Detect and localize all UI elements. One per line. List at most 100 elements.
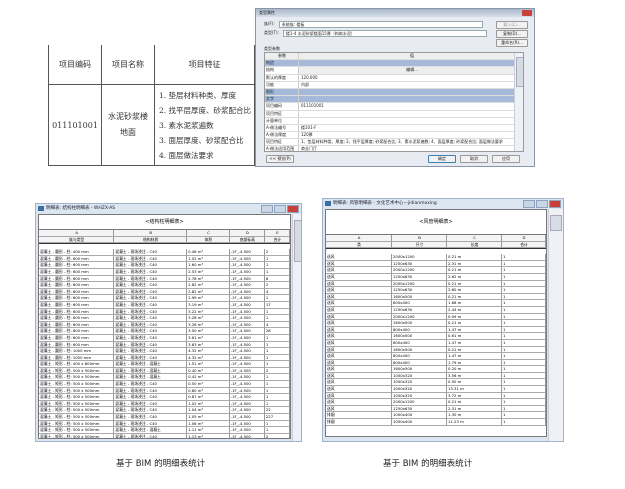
schedule-cell[interactable]: 28: [264, 328, 290, 335]
schedule-cell[interactable]: 227: [264, 414, 290, 421]
schedule-cell[interactable]: -1F_-4.500: [229, 367, 265, 375]
schedule-cell[interactable]: 3.72 m: [447, 392, 502, 400]
schedule-cell[interactable]: 0.21 m: [447, 293, 502, 301]
column-header[interactable]: 尺寸: [392, 241, 447, 249]
schedule-cell[interactable]: 混凝土 - 矩形 - 柱: 500 x 500mm: [39, 420, 115, 428]
schedule-cell[interactable]: 1: [502, 320, 546, 327]
schedule-cell[interactable]: -1F_-4.500: [229, 387, 265, 395]
schedule-cell[interactable]: -1F_-4.500: [229, 354, 265, 362]
schedule-cell[interactable]: 2.62 m: [447, 273, 502, 281]
param-value[interactable]: [299, 96, 523, 102]
schedule-cell[interactable]: -1F_-4.500: [229, 315, 265, 322]
schedule-cell[interactable]: 混凝土 - 矩形 - 柱: 500 x 500mm: [39, 427, 115, 434]
schedule-cell[interactable]: 送风: [326, 313, 392, 321]
schedule-cell[interactable]: 送风: [326, 287, 392, 294]
schedule-cell[interactable]: 1: [502, 366, 546, 373]
schedule-cell[interactable]: 1: [264, 381, 290, 388]
schedule-cell[interactable]: 送风: [326, 273, 392, 281]
schedule-cell[interactable]: 2: [264, 282, 290, 289]
schedule-cell[interactable]: 混凝土 - 圆形 - 柱: 600 mm: [39, 262, 115, 269]
schedule-cell[interactable]: 混凝土 - 现场浇注 - C40: [114, 295, 188, 302]
schedule-cell[interactable]: 1: [264, 262, 290, 269]
column-header[interactable]: 合计: [502, 241, 546, 249]
schedule-cell[interactable]: 11.23 m: [447, 419, 502, 426]
schedule-cell[interactable]: 3.19 m³: [187, 301, 230, 309]
schedule-cell[interactable]: 混凝土 - 现场浇注 - C40: [114, 268, 188, 276]
schedule-cell[interactable]: 8: [264, 275, 290, 283]
schedule-cell[interactable]: -1F_-4.500: [229, 268, 265, 276]
schedule-cell[interactable]: 送风: [326, 254, 392, 261]
schedule-cell[interactable]: 混凝土 - 圆形 - 柱: 600 mm: [39, 308, 115, 316]
schedule-cell[interactable]: 3.50 m³: [187, 328, 230, 335]
param-value[interactable]: 编辑...: [299, 67, 523, 74]
schedule-cell[interactable]: 1000x400: [392, 419, 447, 426]
schedule-cell[interactable]: 送风: [326, 392, 392, 400]
schedule-cell[interactable]: 混凝土 - 圆形 - 柱: 1000 mm: [39, 354, 115, 362]
schedule-cell[interactable]: 0.21 m: [447, 267, 502, 274]
schedule-cell[interactable]: 送风: [326, 260, 392, 268]
schedule-cell[interactable]: 1000x320: [392, 386, 447, 393]
schedule-cell[interactable]: 2000x1200: [392, 267, 447, 274]
schedule-cell[interactable]: 1.47 m: [447, 326, 502, 334]
schedule-cell[interactable]: 1: [264, 295, 290, 302]
param-value[interactable]: 商业门厅: [299, 146, 523, 151]
schedule-cell[interactable]: -1F_-4.500: [229, 249, 265, 256]
schedule-cell[interactable]: 混凝土 - 现场浇注 - C40: [114, 308, 188, 316]
schedule-cell[interactable]: 混凝土 - 现场浇注 - C40: [114, 433, 188, 438]
schedule-cell[interactable]: 混凝土 - 现场浇注 - 混凝土: [114, 374, 188, 382]
schedule-cell[interactable]: 2: [264, 367, 290, 375]
schedule-cell[interactable]: -1F_-4.500: [229, 295, 265, 302]
schedule-cell[interactable]: 1.04 m³: [187, 407, 230, 415]
schedule-cell[interactable]: 混凝土 - 圆形 - 柱: 600 mm: [39, 295, 115, 302]
schedule-cell[interactable]: 1000x320: [392, 372, 447, 380]
schedule-cell[interactable]: 17: [264, 301, 290, 309]
schedule-cell[interactable]: 混凝土 - 现场浇注 - C40: [114, 249, 188, 256]
schedule-cell[interactable]: 1: [264, 308, 290, 316]
schedule-cell[interactable]: 3.56 m: [447, 372, 502, 380]
schedule-cell[interactable]: 1.79 m: [447, 359, 502, 367]
schedule-cell[interactable]: 2.31 m: [447, 405, 502, 413]
schedule-cell[interactable]: -1F_-4.500: [229, 301, 265, 309]
schedule-cell[interactable]: 800x400: [392, 339, 447, 347]
schedule-cell[interactable]: 1250x630: [392, 287, 447, 294]
schedule-cell[interactable]: 0.21 m: [447, 346, 502, 354]
schedule-cell[interactable]: 4.32 m³: [187, 348, 230, 355]
schedule-cell[interactable]: 混凝土 - 现场浇注 - 混凝土: [114, 427, 188, 434]
schedule-cell[interactable]: 3.63 m³: [187, 341, 230, 349]
minimize-icon[interactable]: [261, 205, 273, 213]
schedule-cell[interactable]: 混凝土 - 圆形 - 柱: 600 mm: [39, 275, 115, 283]
schedule-cell[interactable]: 2.53 m³: [187, 268, 230, 276]
schedule-cell[interactable]: 1: [502, 359, 546, 367]
schedule-cell[interactable]: 混凝土 - 现场浇注 - C40: [114, 334, 188, 342]
schedule-cell[interactable]: 1: [264, 394, 290, 401]
schedule-cell[interactable]: 1.47 m: [447, 339, 502, 347]
schedule-cell[interactable]: 送风: [326, 359, 392, 367]
schedule-cell[interactable]: 1600x500: [392, 293, 447, 301]
param-value[interactable]: [299, 111, 523, 117]
schedule-cell[interactable]: 送风: [326, 386, 392, 393]
schedule-cell[interactable]: 混凝土 - 圆形 - 柱: 600 mm: [39, 282, 115, 289]
schedule-cell[interactable]: -1F_-4.500: [229, 262, 265, 269]
schedule-cell[interactable]: 800x400: [392, 359, 447, 367]
schedule-cell[interactable]: 1600x500: [392, 333, 447, 340]
schedule-cell[interactable]: -1F_-4.500: [229, 288, 265, 296]
schedule-cell[interactable]: 送风: [326, 306, 392, 314]
schedule-cell[interactable]: 1.11 m³: [187, 427, 230, 434]
schedule-cell[interactable]: 1.52 m³: [187, 255, 230, 263]
schedule-cell[interactable]: 22: [264, 407, 290, 415]
schedule-cell[interactable]: 1: [264, 315, 290, 322]
schedule-cell[interactable]: 排烟: [326, 412, 392, 420]
schedule-cell[interactable]: 混凝土 - 现场浇注 - C40: [114, 354, 188, 362]
schedule-cell[interactable]: 混凝土 - 圆形 - 柱: 600 mm: [39, 268, 115, 276]
schedule-cell[interactable]: 1250x630: [392, 405, 447, 413]
minimize-icon[interactable]: [523, 200, 535, 208]
schedule-cell[interactable]: -1F_-4.500: [229, 308, 265, 316]
schedule-cell[interactable]: 1: [264, 420, 290, 428]
schedule-cell[interactable]: 2.82 m³: [187, 288, 230, 296]
schedule-cell[interactable]: 1: [264, 374, 290, 382]
close-icon[interactable]: [522, 10, 532, 16]
schedule-cell[interactable]: 1: [502, 412, 546, 420]
schedule-cell[interactable]: 混凝土 - 圆形 - 柱: 600 mm: [39, 301, 115, 309]
schedule-cell[interactable]: 1.47 m: [447, 353, 502, 360]
schedule-cell[interactable]: 混凝土 - 矩形 - 柱: 500 x 500mm: [39, 394, 115, 401]
